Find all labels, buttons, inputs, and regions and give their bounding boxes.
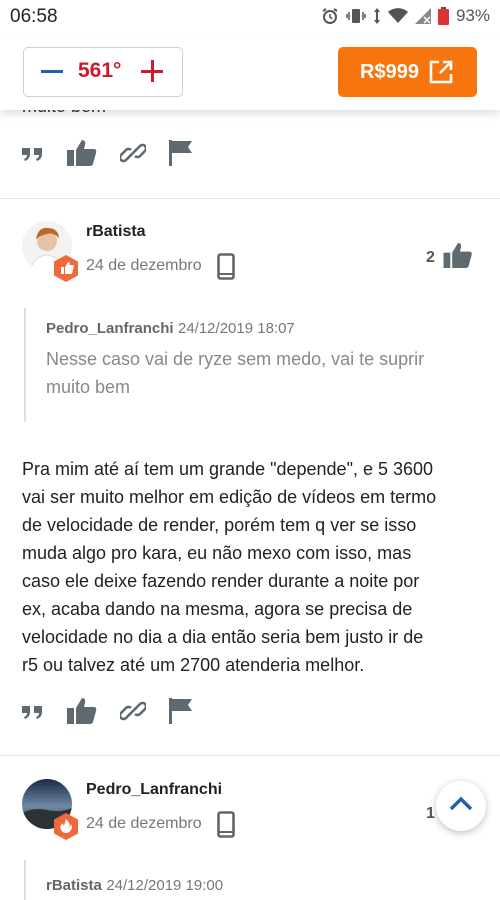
comment-likes[interactable]: 1: [426, 805, 435, 823]
vibrate-icon: [346, 7, 366, 25]
quote-icon[interactable]: [22, 702, 44, 725]
link-icon[interactable]: [118, 698, 148, 729]
status-time: 06:58: [10, 6, 58, 27]
deal-header: 561° R$999: [0, 36, 500, 110]
quote-line: Nesse caso vai de ryze sem medo, vai te …: [46, 349, 425, 369]
quote-date: 24/12/2019 18:07: [177, 320, 295, 337]
go-to-deal-button[interactable]: R$999: [338, 47, 477, 97]
scroll-to-top-button[interactable]: [436, 781, 486, 831]
quote-line: muito bem: [46, 377, 131, 397]
vote-count: 561°: [78, 59, 122, 82]
quote-author[interactable]: Pedro_Lanfranchi: [46, 320, 174, 337]
mobile-device-icon: [217, 253, 235, 285]
thumbs-up-icon[interactable]: [67, 139, 97, 172]
flag-icon[interactable]: [169, 698, 193, 729]
wifi-icon: [387, 8, 408, 24]
user-level-badge: [54, 255, 78, 282]
signal-icon: [414, 8, 431, 24]
comment-line: caso ele deixe fazendo render durante a …: [22, 571, 420, 591]
comment-line: de velocidade de render, porém tem q ver…: [22, 515, 417, 535]
comment-body: Pra mim até aí tem um grande "depende", …: [22, 455, 482, 679]
like-count: 2: [426, 249, 435, 266]
quote-icon[interactable]: [22, 144, 44, 167]
thumbs-up-icon: [443, 242, 473, 274]
quoted-comment: Pedro_Lanfranchi 24/12/2019 18:07 Nesse …: [24, 308, 482, 422]
quote-author[interactable]: rBatista: [46, 877, 102, 894]
comment-line: r5 ou talvez até um 2700 atenderia melho…: [22, 655, 365, 675]
external-link-icon: [428, 59, 454, 91]
like-count: 1: [426, 805, 435, 822]
link-icon[interactable]: [118, 140, 148, 171]
comment-line: vai ser muito melhor em edição de vídeos…: [22, 487, 437, 507]
deal-price: R$999: [360, 61, 419, 83]
comment-username[interactable]: rBatista: [86, 223, 146, 241]
quoted-comment: rBatista 24/12/2019 19:00: [24, 860, 482, 900]
quote-date: 24/12/2019 19:00: [106, 877, 224, 894]
comment-actions: [22, 139, 193, 172]
divider: [0, 198, 500, 199]
comment-line: Pra mim até aí tem um grande "depende", …: [22, 459, 434, 479]
comment-date: 24 de dezembro: [86, 257, 202, 274]
comment-line: muda algo pro kara, eu não mexo com isso…: [22, 543, 412, 563]
user-level-badge: [54, 813, 78, 840]
divider: [0, 755, 500, 756]
alarm-icon: [321, 7, 339, 25]
status-icons: 93%: [321, 6, 490, 26]
comment-line: velocidade no dia a dia então seria bem …: [22, 627, 424, 647]
mobile-device-icon: [217, 811, 235, 843]
data-arrows-icon: [373, 7, 381, 25]
comment-likes[interactable]: 2: [426, 242, 473, 274]
vote-up-button[interactable]: [141, 58, 165, 84]
vote-down-button[interactable]: [41, 58, 65, 84]
comment-actions: [22, 697, 193, 730]
comment-date: 24 de dezembro: [86, 815, 202, 832]
status-bar: 06:58 93%: [0, 0, 500, 36]
comment-line: ex, acaba dando na mesma, agora se preci…: [22, 599, 413, 619]
quote-text: Nesse caso vai de ryze sem medo, vai te …: [46, 345, 482, 401]
comment-username[interactable]: Pedro_Lanfranchi: [86, 781, 222, 799]
flag-icon[interactable]: [169, 140, 193, 171]
vote-control: 561°: [23, 47, 183, 97]
battery-icon: [437, 7, 449, 25]
thumbs-up-icon[interactable]: [67, 697, 97, 730]
chevron-up-icon: [449, 796, 473, 817]
battery-percent: 93%: [455, 6, 490, 25]
